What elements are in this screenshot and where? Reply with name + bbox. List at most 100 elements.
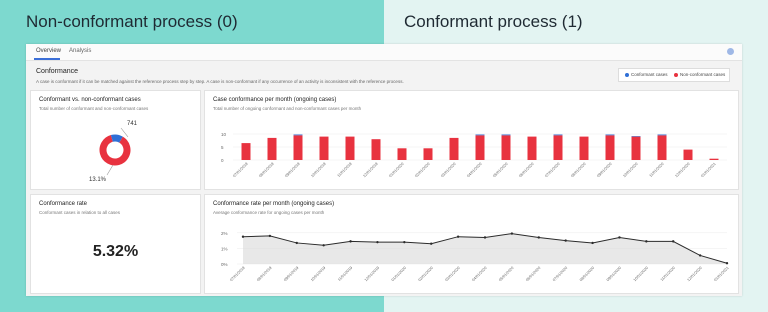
bar-non-conformant[interactable] xyxy=(319,136,329,160)
data-point[interactable] xyxy=(483,236,487,239)
x-tick-label: 09/01/2019 xyxy=(283,266,299,282)
bar-non-conformant[interactable] xyxy=(657,135,667,160)
x-tick-label: 12/01/2019 xyxy=(364,266,380,282)
bar-non-conformant[interactable] xyxy=(683,149,693,160)
donut-top-leader xyxy=(120,127,129,138)
data-point[interactable] xyxy=(698,254,702,257)
x-tick-label: 10/01/2020 xyxy=(622,162,638,178)
data-point[interactable] xyxy=(456,235,460,238)
conformant-dot-icon xyxy=(625,73,629,77)
bar-non-conformant[interactable] xyxy=(709,158,719,160)
x-tick-label: 12/01/2020 xyxy=(674,162,690,178)
x-tick-label: 09/01/2020 xyxy=(596,162,612,178)
data-point[interactable] xyxy=(591,241,594,245)
data-point[interactable] xyxy=(241,235,245,238)
x-tick-label: 01/01/2021 xyxy=(700,162,716,178)
bar-chart: 0 5 10 07/01/2019 08/01/2019 09/01/2019 10/01/… xyxy=(221,132,727,178)
y-tick-label: 0 xyxy=(221,158,224,163)
bar-conformant[interactable] xyxy=(293,134,303,136)
x-tick-label: 08/01/2019 xyxy=(256,266,272,282)
data-point[interactable] xyxy=(322,244,325,247)
data-point[interactable] xyxy=(295,241,298,245)
bar-non-conformant[interactable] xyxy=(501,135,511,160)
bar-conformant[interactable] xyxy=(657,134,667,136)
data-point[interactable] xyxy=(537,236,540,239)
bar-non-conformant[interactable] xyxy=(631,136,641,160)
x-tick-label: 02/01/2020 xyxy=(414,162,430,178)
x-tick-label: 07/01/2019 xyxy=(229,266,245,282)
bar-card: Case conformance per month (ongoing case… xyxy=(204,90,739,190)
bar-non-conformant[interactable] xyxy=(475,135,485,160)
tab-analysis[interactable]: Analysis xyxy=(69,48,91,54)
data-point[interactable] xyxy=(349,240,352,243)
bar-non-conformant[interactable] xyxy=(579,136,589,160)
x-tick-label: 03/01/2020 xyxy=(445,266,461,282)
bar-non-conformant[interactable] xyxy=(241,143,251,160)
data-point[interactable] xyxy=(268,234,272,238)
bar-non-conformant[interactable] xyxy=(449,137,459,160)
data-point[interactable] xyxy=(725,262,729,265)
bar-non-conformant[interactable] xyxy=(293,135,303,160)
x-tick-label: 05/01/2020 xyxy=(492,162,508,178)
y-tick-label: 5 xyxy=(221,145,224,150)
x-tick-label: 08/01/2019 xyxy=(258,162,274,178)
x-tick-label: 09/01/2020 xyxy=(606,266,622,282)
data-point[interactable] xyxy=(510,232,514,235)
x-tick-label: 05/01/2020 xyxy=(498,266,514,282)
legend-conformant: Conformant cases xyxy=(631,72,668,77)
x-tick-label: 10/01/2019 xyxy=(310,266,326,282)
x-tick-label: 12/01/2019 xyxy=(362,162,378,178)
section-description: A case is conformant if it can be matche… xyxy=(36,79,404,84)
x-tick-label: 11/01/2019 xyxy=(337,162,353,178)
bar-non-conformant[interactable] xyxy=(605,135,615,160)
donut-label-bottom: 13.1% xyxy=(89,177,107,183)
bar-non-conformant[interactable] xyxy=(371,139,381,160)
x-tick-label: 01/01/2020 xyxy=(388,162,404,178)
x-tick-label: 07/01/2019 xyxy=(232,162,248,178)
data-point[interactable] xyxy=(672,240,675,243)
x-tick-label: 08/01/2020 xyxy=(570,162,586,178)
x-tick-label: 11/01/2020 xyxy=(649,162,665,178)
bar-non-conformant[interactable] xyxy=(527,136,537,160)
data-point[interactable] xyxy=(618,236,621,239)
rate-card-title: Conformance rate xyxy=(39,201,88,207)
x-tick-label: 10/01/2019 xyxy=(310,162,326,178)
x-tick-label: 09/01/2019 xyxy=(284,162,300,178)
tab-bar: Overview Analysis xyxy=(26,44,742,61)
rate-card-subtitle: Conformant cases in relation to all case… xyxy=(39,210,121,215)
data-point[interactable] xyxy=(564,239,567,242)
bar-non-conformant[interactable] xyxy=(267,137,277,160)
line-card: Conformance rate per month (ongoing case… xyxy=(204,194,739,294)
bar-conformant[interactable] xyxy=(501,134,511,136)
tab-overview[interactable]: Overview xyxy=(36,48,61,54)
bar-non-conformant[interactable] xyxy=(423,148,433,160)
data-point[interactable] xyxy=(430,242,433,245)
bar-conformant[interactable] xyxy=(475,134,485,136)
x-tick-label: 08/01/2020 xyxy=(579,266,595,282)
x-tick-label: 10/01/2020 xyxy=(633,266,649,282)
x-tick-label: 07/01/2020 xyxy=(552,266,568,282)
bar-conformant[interactable] xyxy=(631,136,641,137)
active-tab-indicator xyxy=(34,58,60,60)
x-tick-label: 12/01/2020 xyxy=(687,266,703,282)
bar-non-conformant[interactable] xyxy=(345,136,355,160)
conformant-heading: Conformant process (1) xyxy=(404,12,583,31)
data-point[interactable] xyxy=(403,240,406,244)
x-tick-label: 11/01/2019 xyxy=(337,266,353,282)
conformance-rate-value: 5.32% xyxy=(92,243,139,260)
data-point[interactable] xyxy=(645,240,648,243)
non-conformant-dot-icon xyxy=(674,73,678,77)
bar-non-conformant[interactable] xyxy=(553,135,563,160)
avatar-icon[interactable] xyxy=(727,48,734,55)
x-tick-label: 03/01/2020 xyxy=(440,162,456,178)
x-tick-label: 02/01/2020 xyxy=(418,266,434,282)
x-tick-label: 06/01/2020 xyxy=(518,162,534,178)
x-tick-label: 04/01/2020 xyxy=(471,266,487,282)
donut-label-top: 741 xyxy=(127,121,138,127)
bar-conformant[interactable] xyxy=(605,134,615,136)
donut-bottom-leader xyxy=(106,164,114,176)
bar-non-conformant[interactable] xyxy=(397,148,407,160)
donut-card: Conformant vs. non-conformant cases Tota… xyxy=(30,90,201,190)
data-point[interactable] xyxy=(376,240,379,244)
bar-conformant[interactable] xyxy=(553,134,563,136)
